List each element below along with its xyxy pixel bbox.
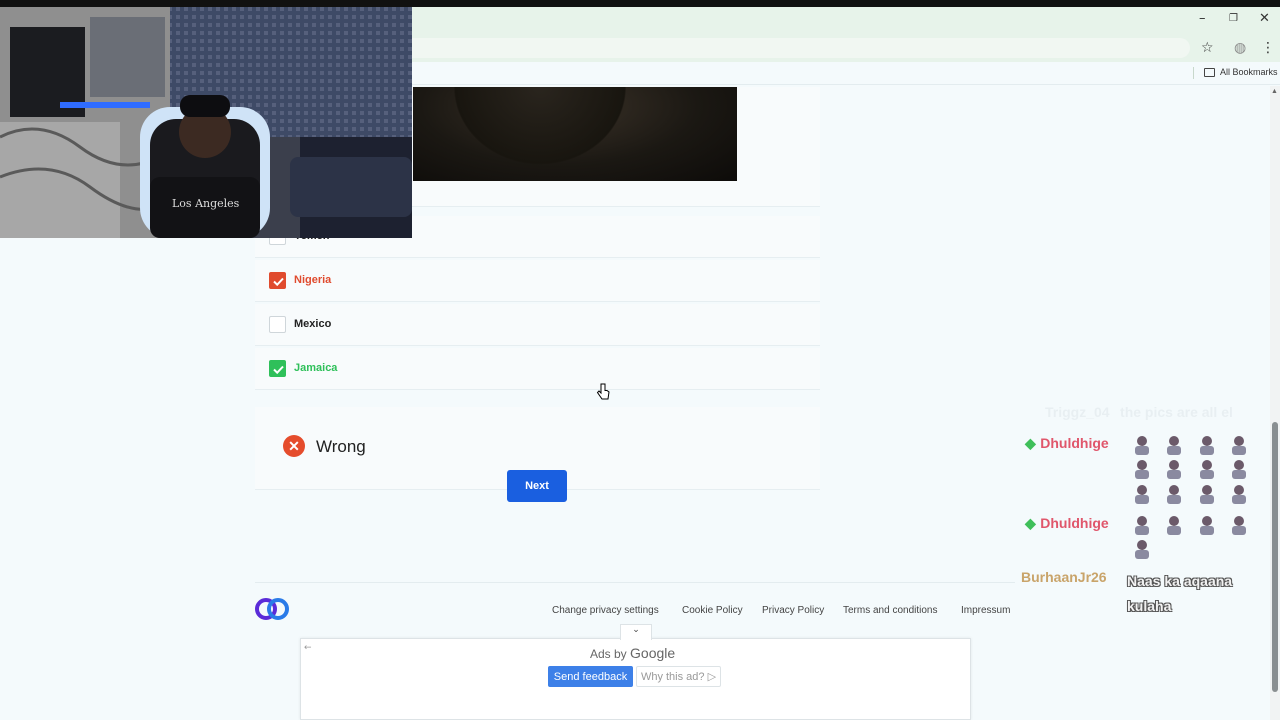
check-icon — [273, 365, 284, 375]
send-feedback-button[interactable]: Send feedback — [548, 666, 633, 687]
checkbox-checked-correct[interactable] — [269, 360, 286, 377]
footer-link-impressum[interactable]: Impressum — [961, 605, 1010, 616]
folder-icon — [1204, 68, 1215, 77]
emote-icon — [1167, 436, 1181, 455]
omnibox[interactable] — [300, 38, 1190, 58]
emote-icon — [1167, 516, 1181, 535]
chat-message: Triggz_04 the pics are all el — [1045, 404, 1233, 420]
emote-icon — [1232, 485, 1246, 504]
chat-message: ◆ Dhuldhige — [1025, 435, 1109, 451]
footer-link-privacy-settings[interactable]: Change privacy settings — [552, 605, 659, 616]
close-window-button[interactable]: ✕ — [1259, 11, 1270, 26]
extension-icon[interactable]: ◍ — [1234, 40, 1246, 56]
option-label: Mexico — [294, 318, 332, 330]
hand-cursor-icon — [596, 383, 610, 400]
scroll-thumb[interactable] — [1272, 422, 1278, 692]
why-this-ad-button[interactable]: Why this ad? ▷ — [636, 666, 721, 687]
emote-icon — [1135, 516, 1149, 535]
bookmarks-separator — [1193, 67, 1194, 79]
footer-link-privacy-policy[interactable]: Privacy Policy — [762, 605, 824, 616]
emote-icon — [1200, 485, 1214, 504]
back-arrow-icon[interactable]: ← — [304, 643, 312, 653]
option-jamaica[interactable]: Jamaica — [255, 348, 820, 390]
minimize-button[interactable]: – — [1199, 11, 1206, 26]
check-icon — [273, 277, 284, 287]
emote-icon — [1232, 516, 1246, 535]
emote-icon — [1135, 540, 1149, 559]
emote-icon — [1200, 516, 1214, 535]
chat-message: BurhaanJr26 — [1021, 569, 1107, 585]
restore-button[interactable]: ❐ — [1229, 13, 1238, 24]
option-label: Jamaica — [294, 362, 338, 374]
question-photo-detail — [440, 87, 640, 177]
top-strip — [0, 0, 1280, 7]
checkbox[interactable] — [269, 316, 286, 333]
badge-icon: ◆ — [1025, 515, 1036, 531]
webcam-scene: Los Angeles — [0, 7, 412, 238]
scroll-up-arrow-icon[interactable]: ▲ — [1271, 88, 1278, 95]
chat-message-text: Naas ka aqaana kulaha — [1127, 573, 1233, 614]
badge-icon: ◆ — [1025, 435, 1036, 451]
emote-icon — [1135, 460, 1149, 479]
play-icon: ▷ — [707, 671, 717, 683]
site-logo-icon — [255, 598, 289, 620]
next-button[interactable]: Next — [507, 470, 567, 502]
wrong-x-icon: ✕ — [283, 435, 305, 457]
chevron-down-icon[interactable]: ⌄ — [620, 624, 652, 640]
chat-message: ◆ Dhuldhige — [1025, 515, 1109, 531]
result-text: Wrong — [316, 437, 366, 456]
footer-divider — [255, 582, 1015, 583]
checkbox-checked-wrong[interactable] — [269, 272, 286, 289]
menu-icon[interactable]: ⋮ — [1261, 40, 1275, 56]
webcam-overlay: Los Angeles — [0, 7, 412, 238]
emote-icon — [1135, 485, 1149, 504]
emote-icon — [1167, 460, 1181, 479]
emote-icon — [1135, 436, 1149, 455]
emote-icon — [1167, 485, 1181, 504]
emote-icon — [1232, 436, 1246, 455]
option-mexico[interactable]: Mexico — [255, 304, 820, 346]
star-icon[interactable]: ☆ — [1201, 40, 1214, 56]
emote-icon — [1232, 460, 1246, 479]
ads-by-google: Ads by Google — [590, 645, 676, 661]
svg-text:Los Angeles: Los Angeles — [172, 197, 240, 210]
option-nigeria[interactable]: Nigeria — [255, 260, 820, 302]
emote-icon — [1200, 436, 1214, 455]
footer-link-terms[interactable]: Terms and conditions — [843, 605, 938, 616]
option-label: Nigeria — [294, 274, 332, 286]
all-bookmarks-link[interactable]: All Bookmarks — [1220, 67, 1278, 77]
emote-icon — [1200, 460, 1214, 479]
footer-link-cookie-policy[interactable]: Cookie Policy — [682, 605, 743, 616]
